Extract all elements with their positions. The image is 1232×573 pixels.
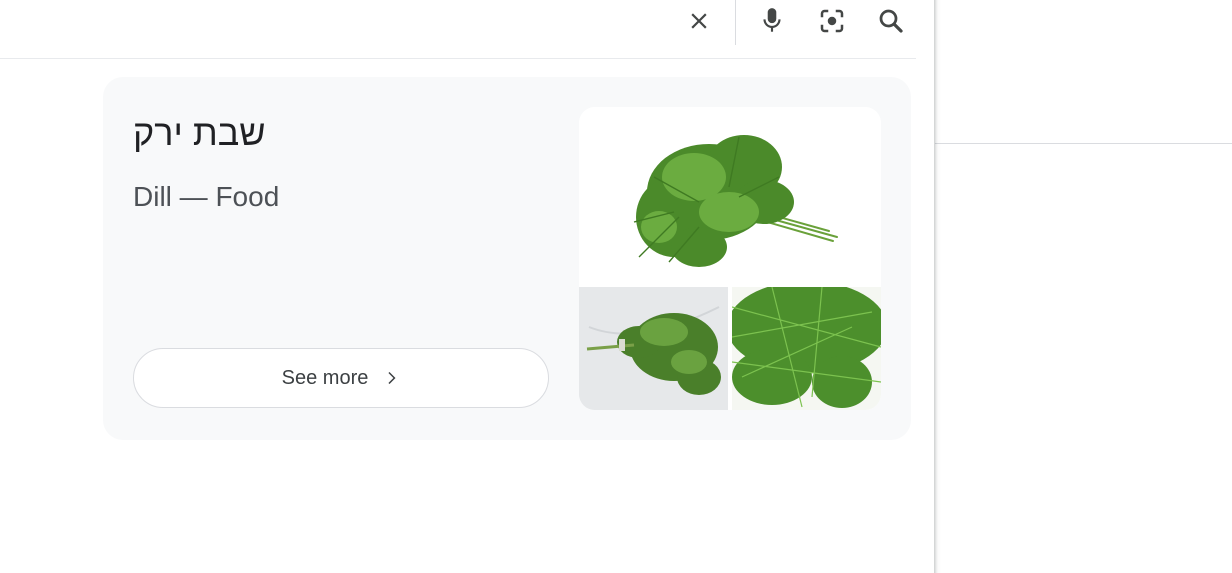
chevron-right-icon bbox=[382, 369, 400, 387]
dill-on-marble-image[interactable] bbox=[579, 287, 728, 410]
search-by-image-button[interactable] bbox=[812, 0, 852, 42]
search-button[interactable] bbox=[871, 0, 911, 42]
knowledge-card[interactable]: שבת ירק Dill — Food See more bbox=[103, 77, 911, 440]
search-results-page: שבת ירק Dill — Food See more bbox=[0, 0, 1232, 573]
search-icon bbox=[876, 6, 906, 36]
dill-bunch-image[interactable] bbox=[579, 107, 881, 281]
card-title: שבת ירק bbox=[133, 112, 266, 153]
close-icon bbox=[686, 8, 712, 34]
see-more-button[interactable]: See more bbox=[133, 348, 549, 408]
see-more-label: See more bbox=[281, 366, 369, 389]
camera-lens-icon bbox=[817, 6, 847, 36]
search-bar-divider bbox=[735, 0, 736, 45]
card-subtitle: Dill — Food bbox=[133, 181, 280, 212]
search-bar bbox=[0, 0, 916, 59]
voice-search-button[interactable] bbox=[752, 0, 792, 42]
clear-search-button[interactable] bbox=[679, 0, 719, 42]
page-divider bbox=[935, 143, 1232, 144]
microphone-icon bbox=[759, 6, 785, 36]
dill-fronds-closeup-image[interactable] bbox=[732, 287, 881, 410]
card-image-collage[interactable] bbox=[579, 107, 881, 410]
